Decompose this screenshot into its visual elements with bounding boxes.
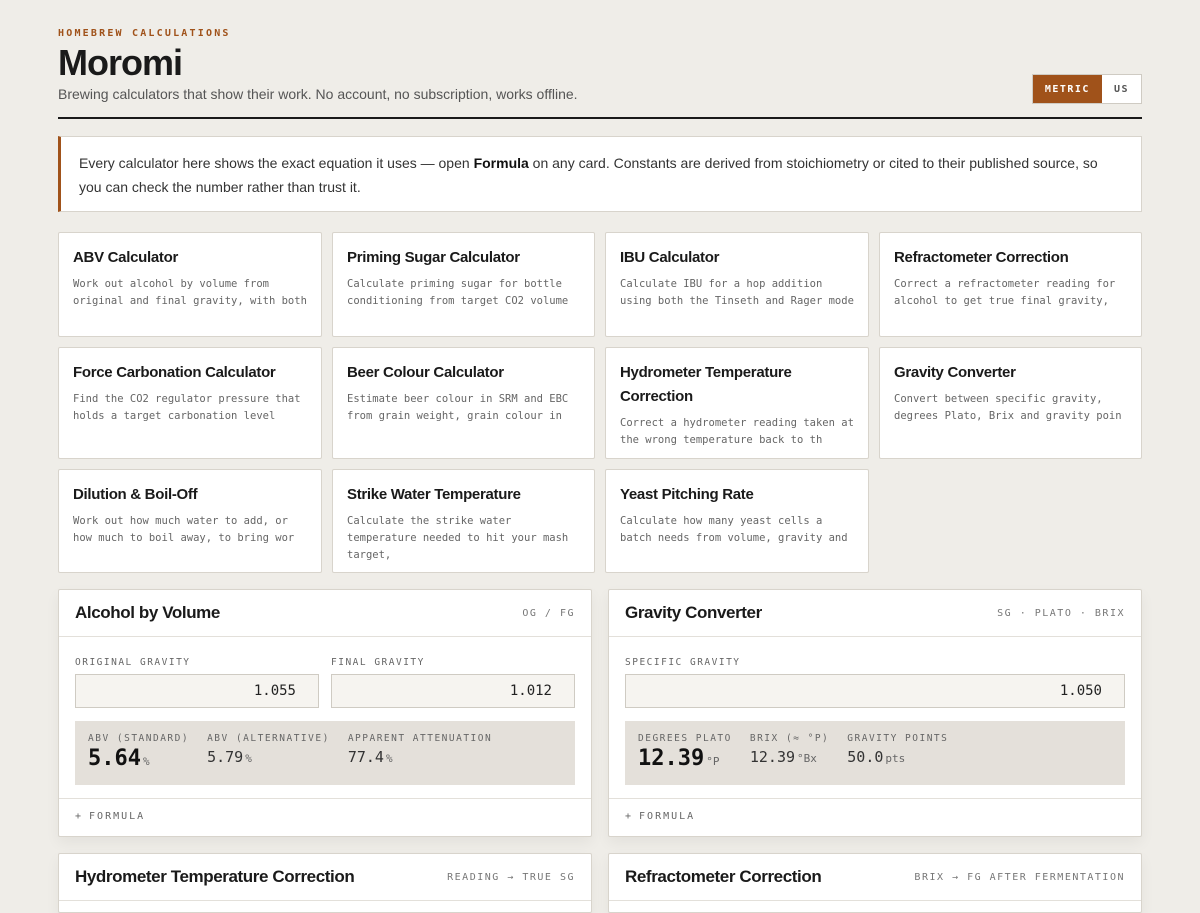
panel-title: Alcohol by Volume <box>75 603 220 622</box>
card-title: Force Carbonation Calculator <box>73 364 276 381</box>
specific-gravity-input[interactable] <box>625 674 1125 708</box>
plus-icon: + <box>625 810 634 822</box>
card-description: Work out how much water to add, or how m… <box>73 515 295 544</box>
card-title: IBU Calculator <box>620 249 720 266</box>
unit-metric-button[interactable]: METRIC <box>1032 75 1102 103</box>
input-fields: ORIGINAL GRAVITY FINAL GRAVITY <box>75 657 575 708</box>
card-title: Dilution & Boil-Off <box>73 486 198 503</box>
result-brix: BRIX (≈ °P) 12.39 °Bx <box>750 733 829 773</box>
calculator-card-strike-water[interactable]: Strike Water Temperature Calculate the s… <box>332 469 595 573</box>
result-degrees-plato: DEGREES PLATO 12.39 °P <box>638 733 732 773</box>
result-value: 77.4% <box>347 748 393 766</box>
info-notice: Every calculator here shows the exact eq… <box>58 136 1142 212</box>
calculator-card-refractometer[interactable]: Refractometer Correction Correct a refra… <box>879 232 1142 337</box>
input-fields: SPECIFIC GRAVITY <box>625 657 1125 708</box>
result-value: 5.64% <box>88 746 150 771</box>
original-gravity-field: ORIGINAL GRAVITY <box>75 657 319 708</box>
result-label: BRIX (≈ °P) <box>749 733 830 744</box>
panel-subtitle: BRIX → FG AFTER FERMENTATION <box>914 871 1125 883</box>
card-description: Correct a refractometer reading for alco… <box>894 278 1116 307</box>
formula-label: FORMULA <box>89 810 146 822</box>
panel-title: Refractometer Correction <box>625 867 822 886</box>
result-gravity-points: GRAVITY POINTS 50.0 pts <box>847 733 948 773</box>
calculator-card-priming-sugar[interactable]: Priming Sugar Calculator Calculate primi… <box>332 232 595 337</box>
panel-subtitle: READING → TRUE SG <box>447 871 575 883</box>
panel-title: Gravity Converter <box>625 603 762 622</box>
calculator-card-beer-colour[interactable]: Beer Colour Calculator Estimate beer col… <box>332 347 595 459</box>
result-value: 5.79% <box>207 748 252 766</box>
calculator-card-yeast-pitching[interactable]: Yeast Pitching Rate Calculate how many y… <box>605 469 869 573</box>
field-label: SPECIFIC GRAVITY <box>625 657 741 668</box>
calculator-card-hydrometer[interactable]: Hydrometer Temperature Correction Correc… <box>605 347 869 459</box>
panel-title: Hydrometer Temperature Correction <box>75 867 355 886</box>
result-label: GRAVITY POINTS <box>847 733 949 744</box>
panel-body: ORIGINAL GRAVITY FINAL GRAVITY ABV (STAN… <box>59 637 591 798</box>
panel-header: Alcohol by Volume OG / FG <box>59 590 591 637</box>
formula-label: FORMULA <box>639 810 696 822</box>
result-abv-standard: ABV (STANDARD) 5.64% <box>88 733 189 773</box>
page-title: Moromi <box>58 42 183 83</box>
calculator-card-gravity-converter[interactable]: Gravity Converter Convert between specif… <box>879 347 1142 459</box>
hydrometer-panel: Hydrometer Temperature Correction READIN… <box>58 853 592 913</box>
calculator-card-force-carbonation[interactable]: Force Carbonation Calculator Find the CO… <box>58 347 322 459</box>
card-title: Gravity Converter <box>894 364 1016 381</box>
panel-header: Gravity Converter SG · PLATO · BRIX <box>609 590 1141 637</box>
card-description: Calculate IBU for a hop addition using b… <box>620 278 854 307</box>
unit-us-button[interactable]: US <box>1102 75 1141 103</box>
card-description: Calculate the strike water temperature n… <box>347 515 569 561</box>
result-label: ABV (STANDARD) <box>88 733 190 744</box>
result-value: 12.39 °P <box>638 746 720 771</box>
field-label: ORIGINAL GRAVITY <box>75 657 191 668</box>
result-label: DEGREES PLATO <box>638 733 732 744</box>
card-description: Find the CO2 regulator pressure that hol… <box>73 393 301 422</box>
calculator-card-dilution[interactable]: Dilution & Boil-Off Work out how much wa… <box>58 469 322 573</box>
panel-subtitle: SG · PLATO · BRIX <box>997 607 1125 619</box>
result-abv-alternative: ABV (ALTERNATIVE) 5.79% <box>207 733 330 773</box>
result-label: ABV (ALTERNATIVE) <box>207 733 330 744</box>
panel-header: Refractometer Correction BRIX → FG AFTER… <box>609 854 1141 901</box>
card-title: ABV Calculator <box>73 249 178 266</box>
plus-icon: + <box>75 810 84 822</box>
page-subtitle: Brewing calculators that show their work… <box>58 86 578 102</box>
gravity-converter-panel: Gravity Converter SG · PLATO · BRIX SPEC… <box>608 589 1142 837</box>
formula-toggle[interactable]: + FORMULA <box>59 798 591 833</box>
result-value: 50.0 pts <box>847 748 906 766</box>
header-eyebrow: HOMEBREW CALCULATIONS <box>58 28 231 39</box>
card-title: Priming Sugar Calculator <box>347 249 520 266</box>
card-description: Work out alcohol by volume from original… <box>73 278 307 307</box>
card-title: Strike Water Temperature <box>347 486 521 503</box>
panel-body: SPECIFIC GRAVITY DEGREES PLATO 12.39°P B… <box>609 637 1141 798</box>
final-gravity-input[interactable] <box>331 674 575 708</box>
card-title: Hydrometer Temperature Correction <box>620 364 792 405</box>
calculator-card-ibu[interactable]: IBU Calculator Calculate IBU for a hop a… <box>605 232 869 337</box>
result-value: 12.39 °Bx <box>749 748 817 766</box>
refractometer-panel: Refractometer Correction BRIX → FG AFTER… <box>608 853 1142 913</box>
field-label: FINAL GRAVITY <box>331 657 425 668</box>
unit-toggle: METRIC US <box>1031 74 1142 104</box>
formula-toggle[interactable]: + FORMULA <box>609 798 1141 833</box>
card-title: Refractometer Correction <box>894 249 1069 266</box>
card-title: Yeast Pitching Rate <box>620 486 754 503</box>
panel-header: Hydrometer Temperature Correction READIN… <box>59 854 591 901</box>
card-description: Correct a hydrometer reading taken at th… <box>620 417 854 446</box>
results-box: DEGREES PLATO 12.39 °P BRIX (≈ °P) 12.39 °… <box>625 721 1125 785</box>
notice-text-before: Every calculator here shows the exact eq… <box>79 155 474 171</box>
original-gravity-input[interactable] <box>75 674 319 708</box>
card-description: Convert between specific gravity, degree… <box>894 393 1122 422</box>
header-divider <box>58 117 1142 119</box>
notice-formula-word: Formula <box>473 155 529 171</box>
result-apparent-attenuation: APPARENT ATTENUATION 77.4% <box>348 733 492 773</box>
final-gravity-field: FINAL GRAVITY <box>331 657 575 708</box>
abv-panel: Alcohol by Volume OG / FG ORIGINAL GRAVI… <box>58 589 592 837</box>
card-title: Beer Colour Calculator <box>347 364 504 381</box>
results-box: ABV (STANDARD) 5.64% ABV (ALTERNATIVE) 5… <box>75 721 575 785</box>
specific-gravity-field: SPECIFIC GRAVITY <box>625 657 1125 708</box>
panel-subtitle: OG / FG <box>522 607 575 619</box>
result-label: APPARENT ATTENUATION <box>347 733 493 744</box>
card-description: Calculate priming sugar for bottle condi… <box>347 278 569 307</box>
calculator-card-abv[interactable]: ABV Calculator Work out alcohol by volum… <box>58 232 322 337</box>
card-description: Calculate how many yeast cells a batch n… <box>620 515 848 544</box>
card-description: Estimate beer colour in SRM and EBC from… <box>347 393 569 422</box>
